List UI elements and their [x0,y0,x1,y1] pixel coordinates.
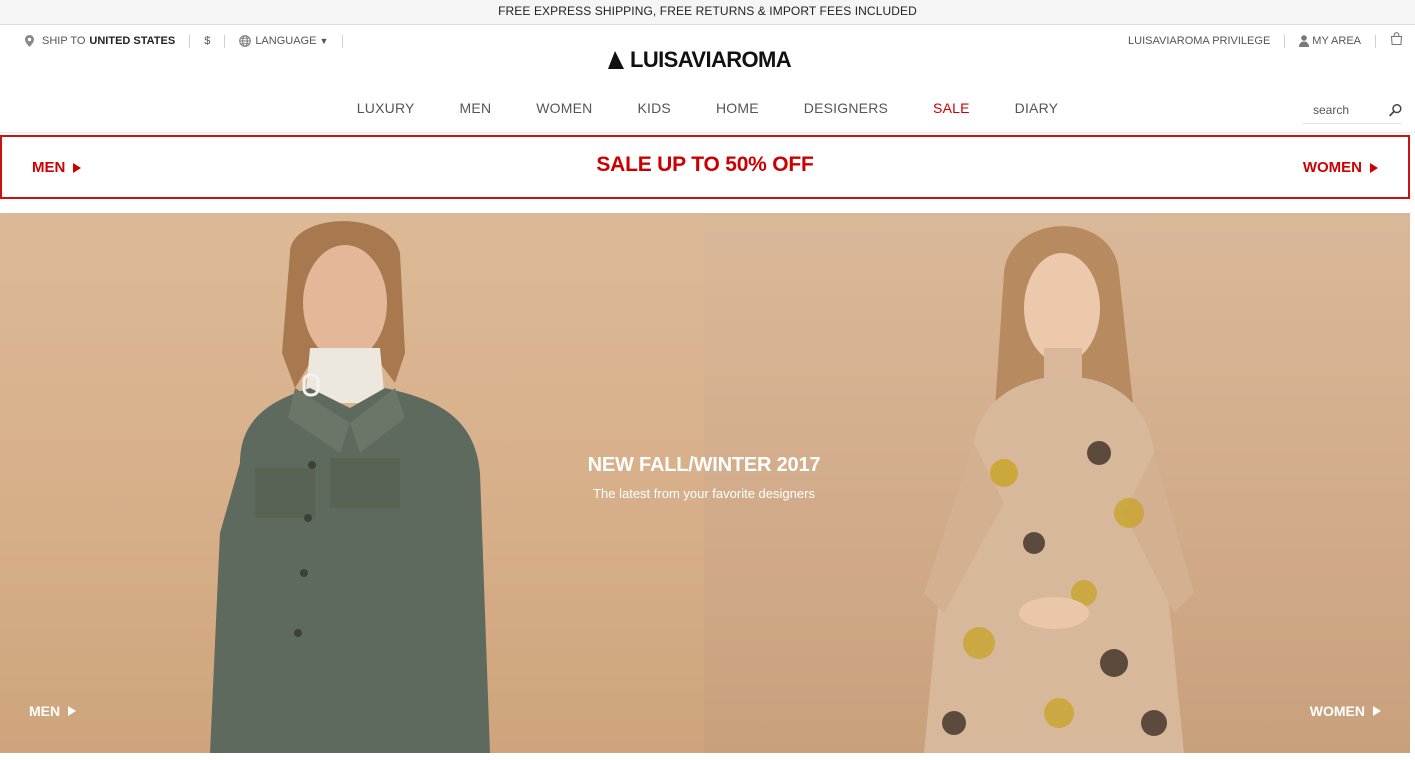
nav-item-home[interactable]: HOME [693,100,781,120]
divider [342,34,344,48]
logo-text: LUISAVIAROMA [630,47,792,72]
nav-item-designers[interactable]: DESIGNERS [781,100,910,120]
language-selector[interactable]: LANGUAGE ▼ [239,35,328,47]
ship-to-selector[interactable]: SHIP TO UNITED STATES [25,35,175,47]
nav-divider [0,132,1415,133]
nav-item-men[interactable]: MEN [437,100,514,120]
female-model-image [924,226,1194,753]
hero-women-label: WOMEN [1309,703,1365,719]
search-input[interactable] [1313,102,1383,117]
hero-men-link[interactable]: MEN [29,703,77,719]
chevron-down-icon: ▼ [319,36,329,46]
play-triangle-icon [68,706,77,716]
divider [189,34,191,48]
main-nav: LUXURY MEN WOMEN KIDS HOME DESIGNERS SAL… [0,100,1415,120]
logo-mark-icon [608,51,624,69]
search-box [1302,96,1402,124]
sale-banner[interactable]: MEN SALE UP TO 50% OFF WOMEN [0,135,1410,199]
sale-women-label: WOMEN [1302,159,1362,176]
promo-text: FREE EXPRESS SHIPPING, FREE RETURNS & IM… [498,4,917,18]
privilege-link[interactable]: LUISAVIAROMA PRIVILEGE [1128,35,1270,47]
location-pin-icon [25,35,34,47]
divider [1375,34,1376,48]
nav-item-women[interactable]: WOMEN [514,100,615,120]
search-icon[interactable] [1389,103,1402,117]
nav-item-kids[interactable]: KIDS [615,100,693,120]
sale-men-label: MEN [32,159,66,176]
shopping-bag-icon[interactable] [1390,31,1403,45]
my-area-link[interactable]: MY AREA [1299,35,1361,47]
ship-to-country: UNITED STATES [89,35,176,47]
sale-women-link[interactable]: WOMEN [1303,159,1378,176]
currency-selector[interactable]: $ [204,35,210,47]
hero-women-link[interactable]: WOMEN [1310,703,1381,719]
hero-men-label: MEN [29,703,61,719]
divider [224,34,226,48]
sale-men-link[interactable]: MEN [32,159,82,176]
ship-to-label: SHIP TO [42,35,86,47]
hero-caption: NEW FALL/WINTER 2017 The latest from you… [504,454,904,501]
language-label: LANGUAGE [255,35,317,47]
nav-item-luxury[interactable]: LUXURY [334,100,437,120]
play-triangle-icon [1373,706,1381,716]
play-triangle-icon [1370,162,1378,173]
site-logo[interactable]: LUISAVIAROMA [606,47,792,72]
utility-bar-left: SHIP TO UNITED STATES $ LANGUAGE ▼ [25,33,357,49]
play-triangle-icon [73,162,82,173]
hero-banner: NEW FALL/WINTER 2017 The latest from you… [0,213,1410,753]
sale-banner-title: SALE UP TO 50% OFF [596,153,814,176]
male-model-image [210,221,490,753]
hero-subtitle: The latest from your favorite designers [593,486,815,501]
nav-item-sale[interactable]: SALE [911,100,993,120]
nav-item-diary[interactable]: DIARY [992,100,1081,120]
globe-icon [239,35,252,47]
hero-title: NEW FALL/WINTER 2017 [587,454,821,476]
currency-label: $ [204,35,211,47]
promo-bar: FREE EXPRESS SHIPPING, FREE RETURNS & IM… [0,0,1415,25]
utility-bar-right: LUISAVIAROMA PRIVILEGE MY AREA [1128,31,1403,49]
my-area-label: MY AREA [1312,35,1361,47]
divider [1284,34,1286,48]
user-icon [1299,35,1310,47]
